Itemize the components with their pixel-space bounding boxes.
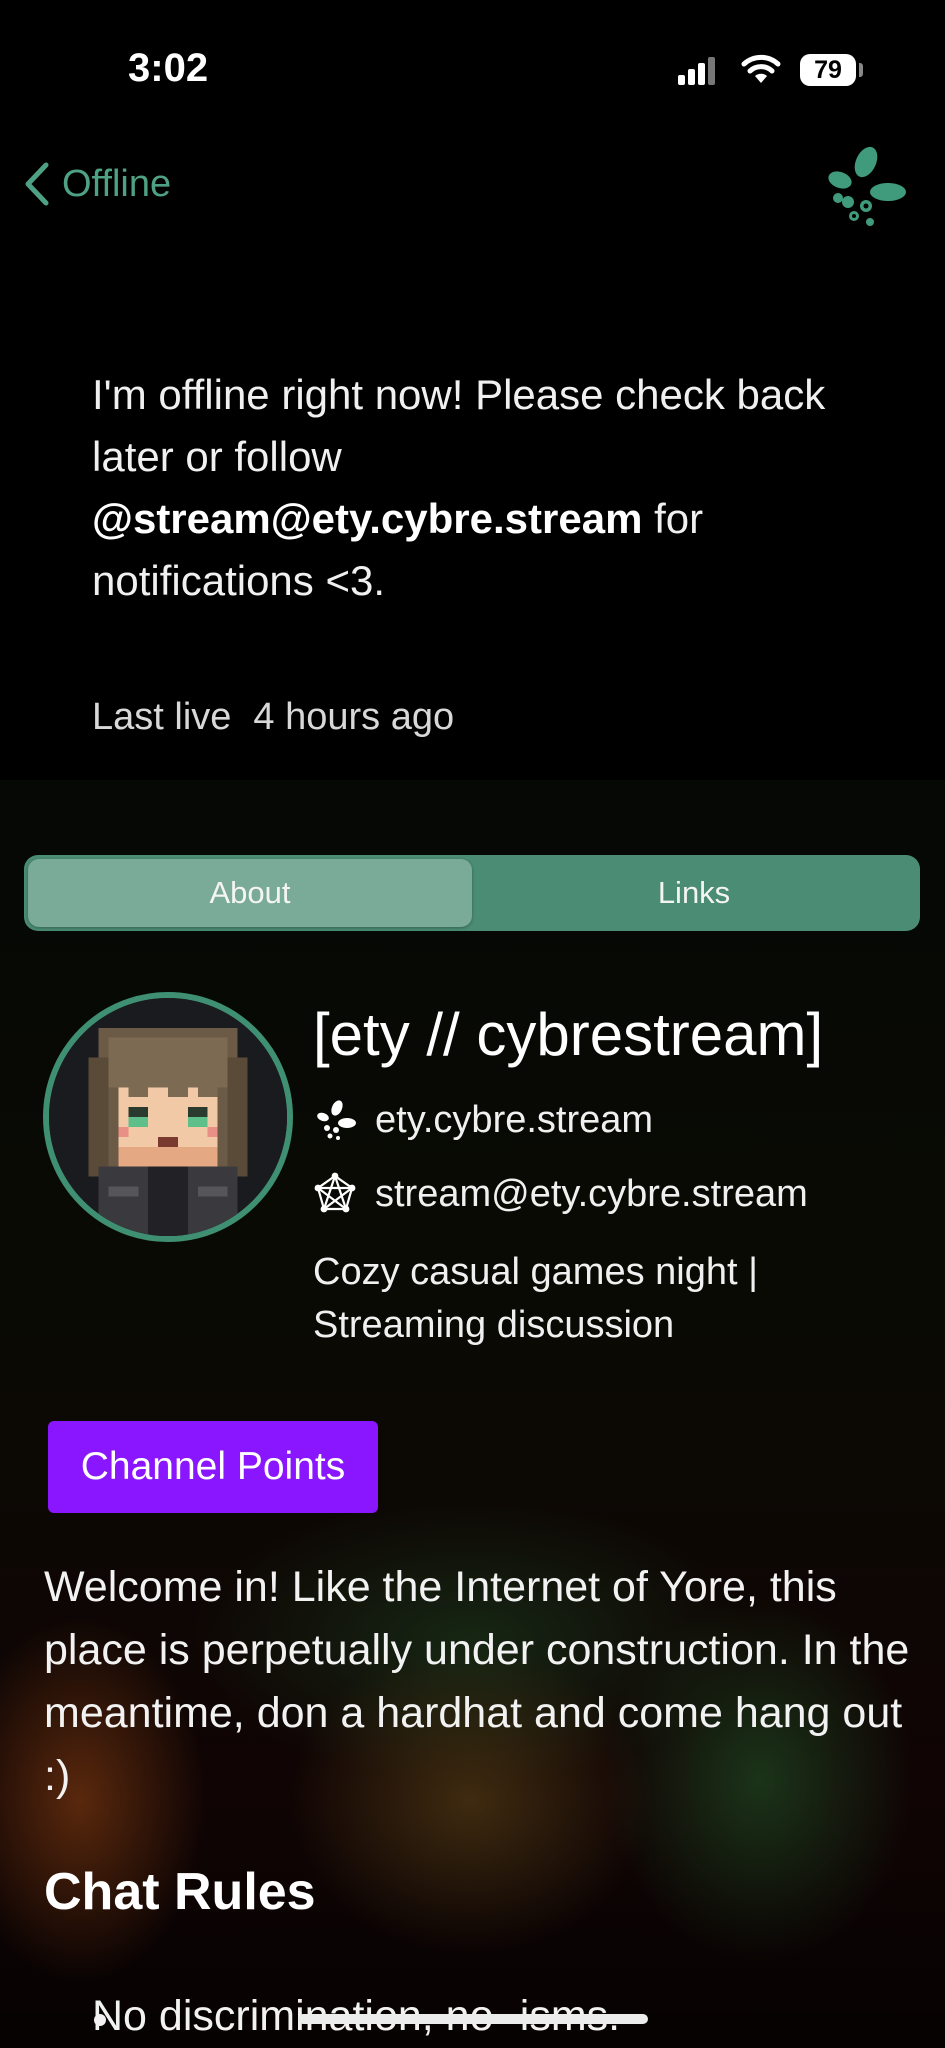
- fediverse-pentagram-icon: [314, 1172, 356, 1213]
- welcome-text: Welcome in! Like the Internet of Yore, t…: [44, 1563, 910, 1800]
- wifi-icon: [741, 54, 781, 83]
- last-live-label: Last live: [92, 696, 232, 738]
- battery-tip: [859, 63, 863, 77]
- navigation-bar: Offline: [0, 146, 945, 230]
- background-blur: [0, 780, 945, 2048]
- channel-name: [ety // cybrestream]: [313, 1001, 824, 1068]
- channel-points-button[interactable]: Channel Points: [48, 1421, 378, 1513]
- screen: 3:02 79 Offline I'm offline right now! P…: [0, 0, 945, 2048]
- cellular-signal-icon: [678, 57, 715, 85]
- back-label: Offline: [62, 162, 172, 205]
- offline-text-1: I'm offline right now! Please check back…: [92, 371, 826, 480]
- avatar-image: [49, 998, 287, 1236]
- back-button[interactable]: Offline: [18, 154, 171, 214]
- status-time: 3:02: [128, 46, 209, 90]
- chat-rules-heading: Chat Rules: [44, 1863, 316, 1921]
- domain-row[interactable]: ety.cybre.stream: [313, 1098, 653, 1142]
- battery-icon: 79: [800, 54, 856, 86]
- offline-message: I'm offline right now! Please check back…: [92, 364, 852, 612]
- avatar: [43, 992, 293, 1242]
- fediverse-text: stream@ety.cybre.stream: [375, 1172, 808, 1215]
- chevron-left-icon: [25, 162, 49, 206]
- status-bar: 3:02 79: [0, 0, 945, 140]
- owncast-icon: [317, 1100, 356, 1140]
- domain-text: ety.cybre.stream: [375, 1098, 654, 1141]
- fediverse-handle-link[interactable]: @stream@ety.cybre.stream: [92, 495, 642, 542]
- tab-bar: About Links: [24, 855, 920, 931]
- tab-about[interactable]: About: [28, 859, 472, 927]
- home-indicator[interactable]: [298, 2014, 648, 2024]
- last-live-value: 4 hours ago: [253, 696, 455, 738]
- fediverse-row[interactable]: stream@ety.cybre.stream: [313, 1172, 808, 1216]
- last-live: Last live 4 hours ago: [92, 696, 454, 739]
- stream-description: Cozy casual games night | Streaming disc…: [313, 1251, 758, 1346]
- owncast-logo-icon[interactable]: [818, 140, 910, 232]
- tab-links[interactable]: Links: [472, 859, 916, 927]
